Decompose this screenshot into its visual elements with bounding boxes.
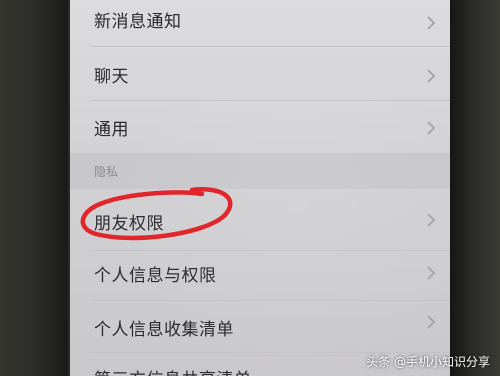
- chevron-right-icon: [427, 315, 436, 329]
- chevron-right-icon: [427, 213, 436, 227]
- settings-item-label: 第三方信息共享清单: [94, 365, 252, 376]
- section-header-privacy: 隐私: [70, 153, 450, 189]
- settings-item-label: 个人信息与权限: [94, 266, 217, 286]
- phone-bezel-right: [448, 0, 500, 376]
- settings-item-new-message-notification[interactable]: 新消息通知: [70, 0, 450, 46]
- chevron-right-icon: [427, 69, 436, 83]
- settings-screen: 新消息通知 聊天 通用 隐私 朋友权限 个人信息与权限 个人信息收集清单: [70, 0, 450, 376]
- settings-item-friend-permissions[interactable]: 朋友权限: [70, 189, 450, 251]
- settings-item-label: 朋友权限: [94, 214, 164, 234]
- chevron-right-icon: [427, 121, 436, 135]
- chevron-right-icon: [427, 16, 436, 30]
- chevron-right-icon: [427, 266, 436, 280]
- watermark: 头条 @手机小知识分享: [366, 353, 490, 370]
- settings-item-label: 个人信息收集清单: [94, 320, 234, 340]
- settings-item-label: 新消息通知: [94, 12, 182, 32]
- settings-item-label: 聊天: [94, 67, 129, 87]
- settings-item-label: 通用: [94, 120, 129, 140]
- watermark-text: 头条 @手机小知识分享: [366, 355, 490, 369]
- phone-bezel-left: [0, 0, 68, 376]
- settings-item-personal-info-collection-list[interactable]: 个人信息收集清单: [70, 301, 450, 353]
- section-header-label: 隐私: [94, 165, 119, 179]
- settings-item-general[interactable]: 通用: [70, 101, 450, 153]
- settings-item-chat[interactable]: 聊天: [70, 47, 450, 99]
- phone-photo: 新消息通知 聊天 通用 隐私 朋友权限 个人信息与权限 个人信息收集清单 头条 …: [0, 0, 500, 376]
- settings-item-personal-info-permissions[interactable]: 个人信息与权限: [70, 251, 450, 303]
